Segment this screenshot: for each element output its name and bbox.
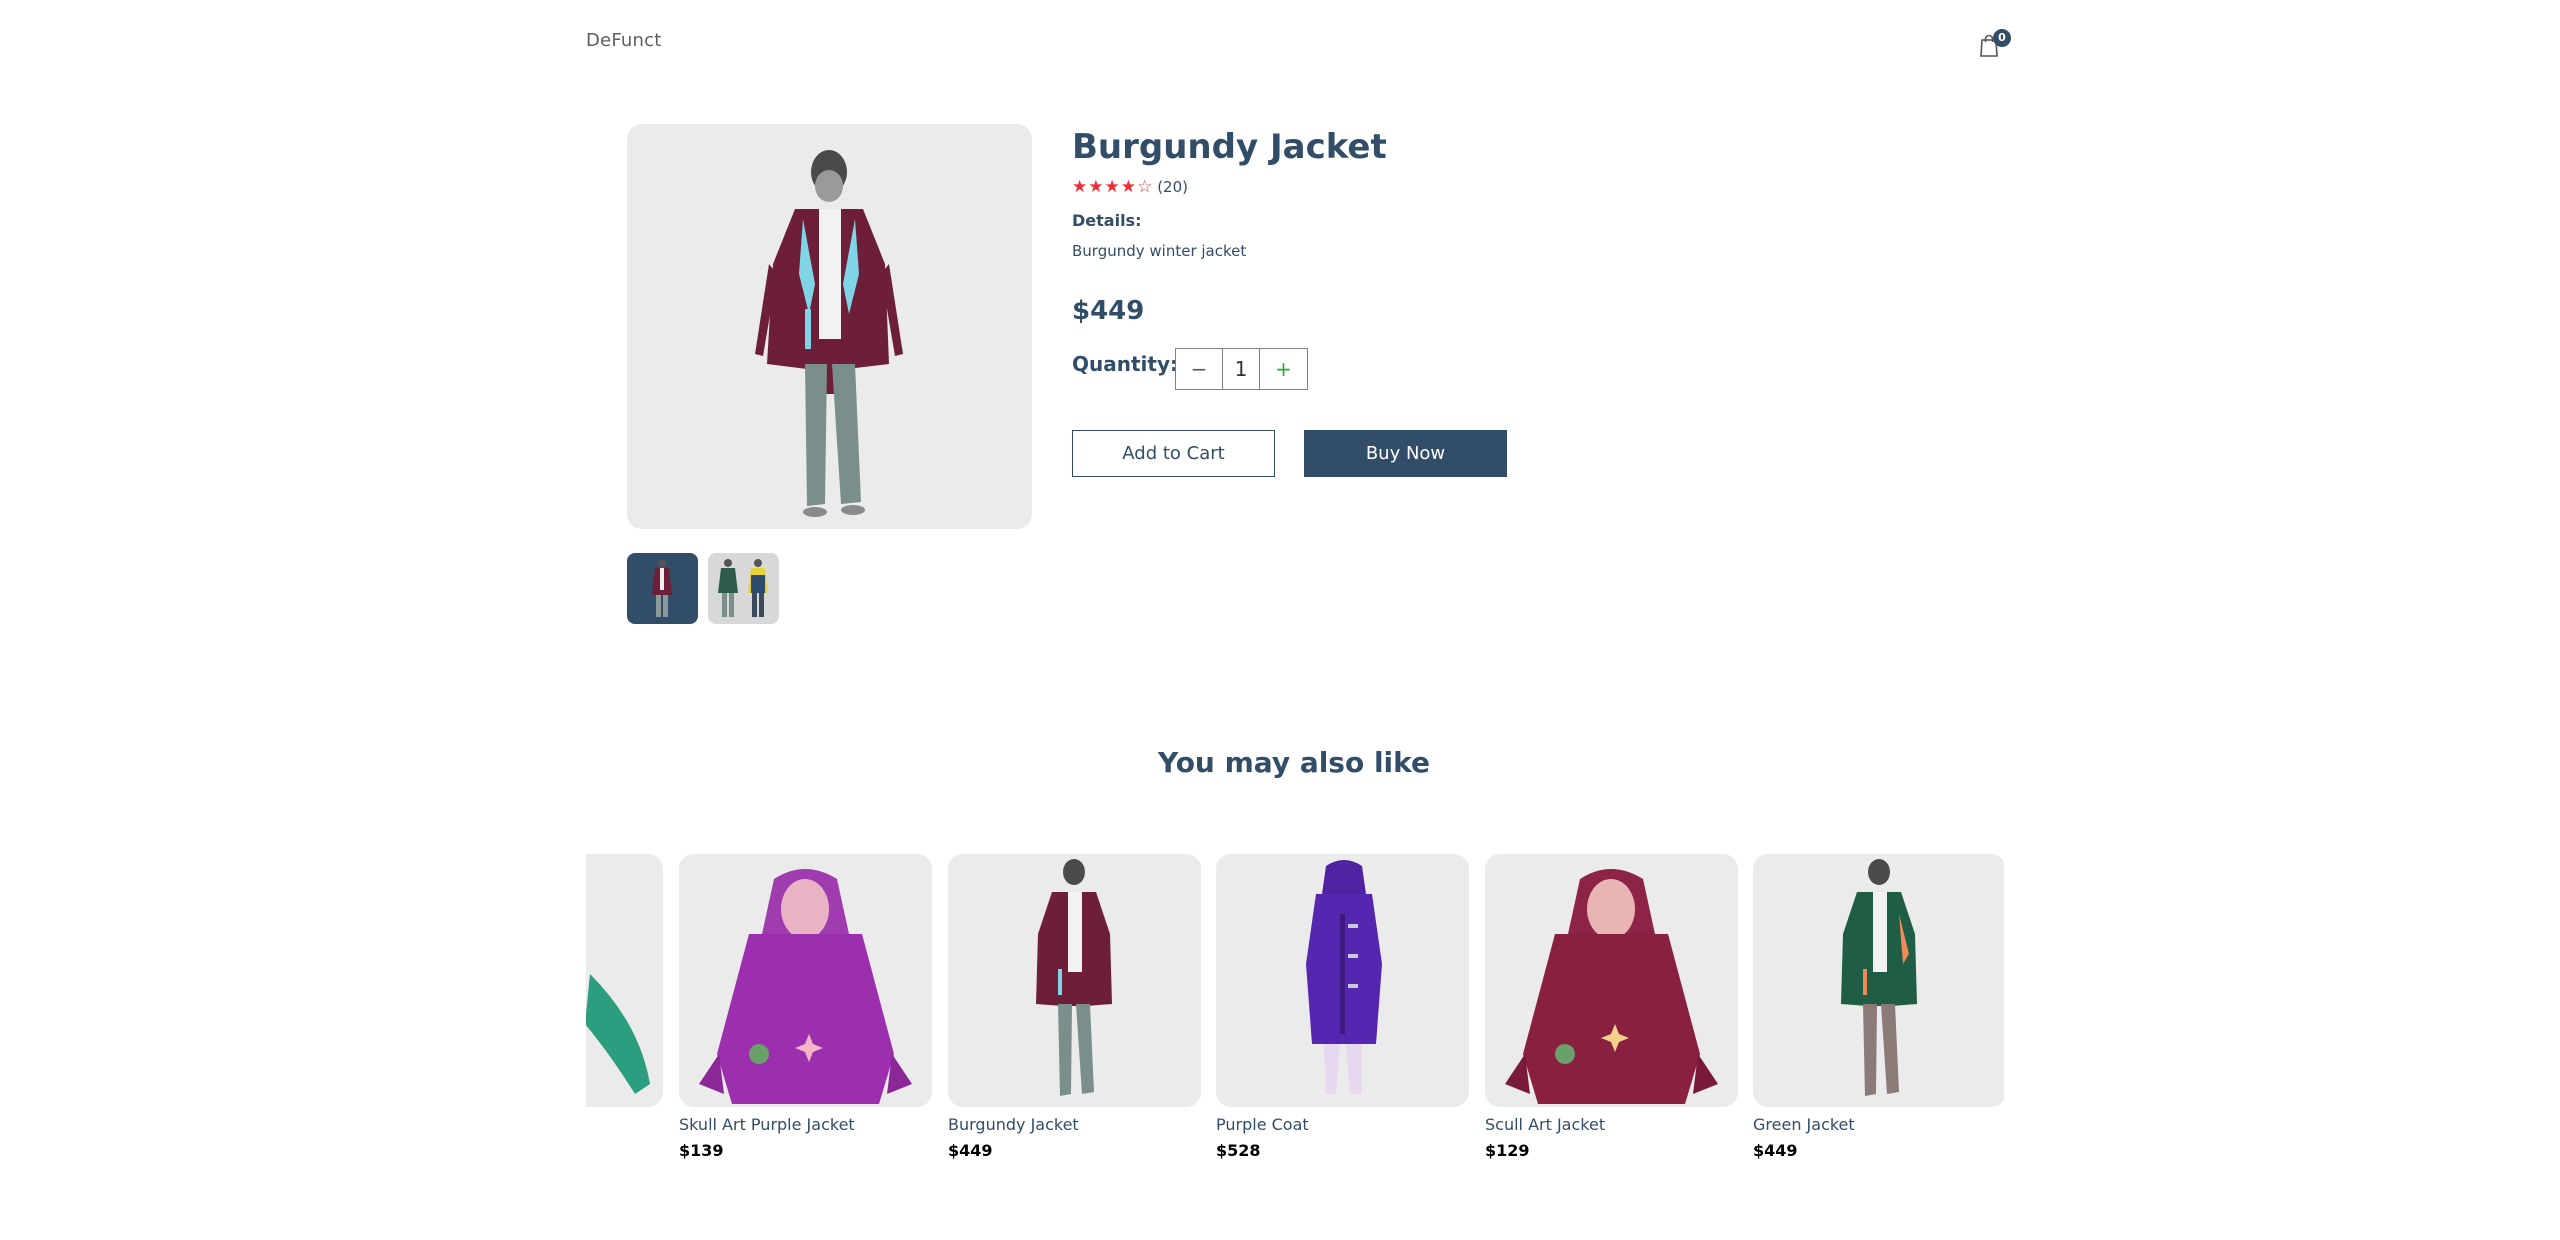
increase-quantity-button[interactable]: + — [1260, 349, 1307, 389]
decrease-quantity-button[interactable]: − — [1176, 349, 1223, 389]
product-price: $449 — [1072, 296, 1145, 326]
product-card-image[interactable] — [948, 854, 1201, 1107]
product-card-name[interactable]: Skull Art Purple Jacket — [679, 1115, 932, 1134]
product-main-image — [627, 124, 1032, 529]
product-card-image[interactable] — [1485, 854, 1738, 1107]
maylike-carousel: Skull Art Purple Jacket $139 Burgundy Ja… — [586, 854, 2004, 1174]
product-card-name[interactable]: Purple Coat — [1216, 1115, 1469, 1134]
product-card-image[interactable] — [1216, 854, 1469, 1107]
product-card-image[interactable] — [586, 854, 663, 1107]
quantity-label: Quantity: — [1072, 352, 1178, 376]
product-card-partial[interactable] — [586, 854, 663, 1107]
buy-now-button[interactable]: Buy Now — [1304, 430, 1507, 477]
product-card-price: $449 — [948, 1141, 993, 1160]
logo[interactable]: DeFunct — [586, 30, 661, 51]
details-text: Burgundy winter jacket — [1072, 242, 1247, 260]
product-card[interactable]: Scull Art Jacket $129 — [1485, 854, 1738, 1160]
product-card-price: $139 — [679, 1141, 724, 1160]
product-card[interactable]: Skull Art Purple Jacket $139 — [679, 854, 932, 1160]
cart-count-badge: 0 — [1993, 29, 2011, 47]
product-card-name[interactable]: Scull Art Jacket — [1485, 1115, 1738, 1134]
details-label: Details: — [1072, 211, 1142, 230]
product-card-price: $129 — [1485, 1141, 1530, 1160]
product-title: Burgundy Jacket — [1072, 127, 1387, 167]
product-card-name[interactable]: Green Jacket — [1753, 1115, 2004, 1134]
product-card-image[interactable] — [679, 854, 932, 1107]
star-icons: ★★★★☆ — [1072, 177, 1154, 197]
add-to-cart-button[interactable]: Add to Cart — [1072, 430, 1275, 477]
product-card-name[interactable]: Burgundy Jacket — [948, 1115, 1201, 1134]
product-card-price: $449 — [1753, 1141, 1798, 1160]
product-card[interactable]: Green Jacket $449 — [1753, 854, 2004, 1160]
rating-count: (20) — [1157, 178, 1188, 196]
product-card-image[interactable] — [1753, 854, 2004, 1107]
thumbnail-2[interactable] — [708, 553, 779, 624]
thumbnail-1[interactable] — [627, 553, 698, 624]
product-card[interactable]: Burgundy Jacket $449 — [948, 854, 1201, 1160]
product-card-price: $528 — [1216, 1141, 1261, 1160]
quantity-value: 1 — [1223, 349, 1260, 389]
product-card[interactable]: Purple Coat $528 — [1216, 854, 1469, 1160]
rating-stars: ★★★★☆ (20) — [1072, 177, 1188, 197]
quantity-stepper: − 1 + — [1175, 348, 1308, 390]
maylike-title: You may also like — [1157, 746, 1431, 779]
